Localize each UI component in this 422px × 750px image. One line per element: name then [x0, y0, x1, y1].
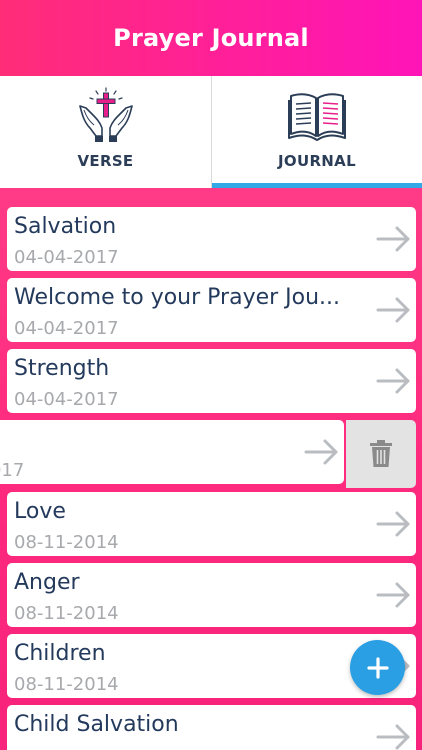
arrow-right-icon [376, 724, 410, 750]
arrow-right-icon [304, 439, 338, 465]
entry-title: Salvation [14, 214, 117, 239]
entry-title: Love [14, 499, 66, 524]
entry-title: Anger [14, 570, 80, 595]
entry-date: 08-11-2014 [14, 532, 119, 553]
arrow-right-icon [376, 582, 410, 608]
praying-hands-cross-icon [78, 87, 133, 142]
list-item[interactable]: Anger 08-11-2014 [7, 563, 416, 627]
entry-date: 08-11-2014 [14, 674, 119, 695]
list-item[interactable]: Strength 04-04-2017 [7, 349, 416, 413]
prayer-journal-app: Prayer Journal VERSE JOURNAL Salvation 0… [0, 0, 422, 750]
list-item[interactable]: Child Salvation [7, 705, 416, 750]
list-item[interactable]: Love 08-11-2014 [7, 492, 416, 556]
list-item[interactable]: Welcome to your Prayer Jou... 04-04-2017 [7, 278, 416, 342]
add-entry-button[interactable] [350, 640, 405, 695]
entry-date: 08-11-2014 [14, 603, 119, 624]
tab-journal-label: JOURNAL [278, 152, 356, 170]
arrow-right-icon [376, 226, 410, 252]
page-title: Prayer Journal [113, 24, 309, 52]
app-header: Prayer Journal [0, 0, 422, 76]
tab-verse-label: VERSE [77, 152, 134, 170]
open-book-icon [288, 93, 346, 141]
entry-date: 04-04-2017 [14, 389, 119, 410]
arrow-right-icon [376, 368, 410, 394]
entry-title: Strength [14, 356, 110, 381]
tab-bar: VERSE JOURNAL [0, 76, 422, 188]
entry-title: Child Salvation [14, 712, 179, 737]
arrow-right-icon [376, 297, 410, 323]
plus-icon [366, 656, 389, 679]
entry-date: 04-04-2017 [14, 318, 119, 339]
tab-verse[interactable]: VERSE [0, 76, 211, 188]
delete-button[interactable] [346, 420, 416, 488]
tab-journal[interactable]: JOURNAL [211, 76, 422, 188]
trash-icon [370, 440, 392, 467]
arrow-right-icon [376, 511, 410, 537]
entry-date: 04-04-2017 [14, 247, 119, 268]
list-item-swiped[interactable]: ot -2017 [0, 420, 344, 484]
list-item[interactable]: Salvation 04-04-2017 [7, 207, 416, 271]
entry-title: Welcome to your Prayer Jou... [14, 285, 341, 310]
entry-title: Children [14, 641, 106, 666]
entry-date: -2017 [0, 460, 25, 481]
